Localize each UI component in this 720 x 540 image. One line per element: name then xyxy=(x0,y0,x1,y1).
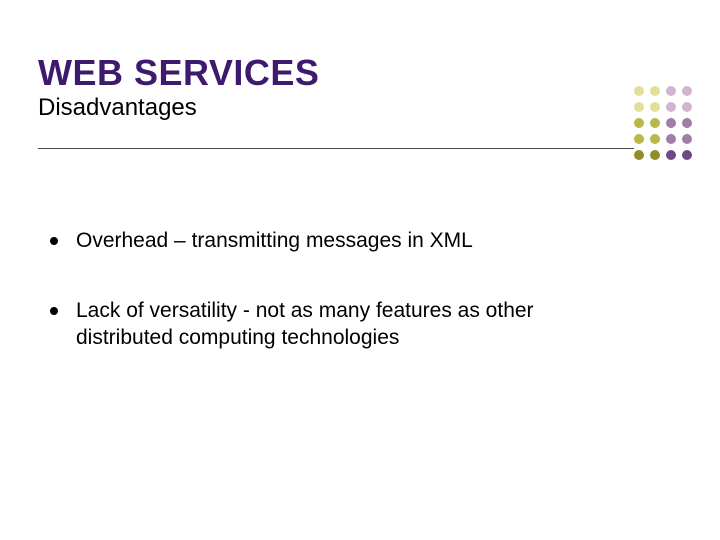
decor-dot xyxy=(682,86,692,96)
decor-dot xyxy=(650,86,660,96)
bullet-icon xyxy=(50,237,58,245)
decor-dot xyxy=(650,150,660,160)
decor-dot xyxy=(682,134,692,144)
decorative-dot-grid xyxy=(634,86,696,164)
decor-dot xyxy=(650,102,660,112)
bullet-text: Lack of versatility - not as many featur… xyxy=(76,298,610,351)
decor-dot xyxy=(634,86,644,96)
title-block: WEB SERVICES Disadvantages xyxy=(38,54,598,123)
bullet-icon xyxy=(50,307,58,315)
decor-dot xyxy=(666,118,676,128)
decor-dot xyxy=(634,118,644,128)
slide-subtitle: Disadvantages xyxy=(38,94,598,123)
decor-dot xyxy=(634,150,644,160)
bullet-text: Overhead – transmitting messages in XML xyxy=(76,228,473,254)
decor-dot xyxy=(634,134,644,144)
decor-dot xyxy=(650,118,660,128)
slide-title: WEB SERVICES xyxy=(38,54,598,92)
decor-dot xyxy=(666,150,676,160)
decor-dot xyxy=(682,150,692,160)
list-item: Overhead – transmitting messages in XML xyxy=(50,228,610,254)
decor-dot xyxy=(682,118,692,128)
decor-dot xyxy=(666,134,676,144)
decor-dot xyxy=(666,86,676,96)
divider-line xyxy=(38,148,634,149)
decor-dot xyxy=(650,134,660,144)
list-item: Lack of versatility - not as many featur… xyxy=(50,298,610,351)
slide: WEB SERVICES Disadvantages Overhead – tr… xyxy=(0,0,720,540)
body-content: Overhead – transmitting messages in XML … xyxy=(50,228,610,395)
decor-dot xyxy=(666,102,676,112)
decor-dot xyxy=(682,102,692,112)
decor-dot xyxy=(634,102,644,112)
